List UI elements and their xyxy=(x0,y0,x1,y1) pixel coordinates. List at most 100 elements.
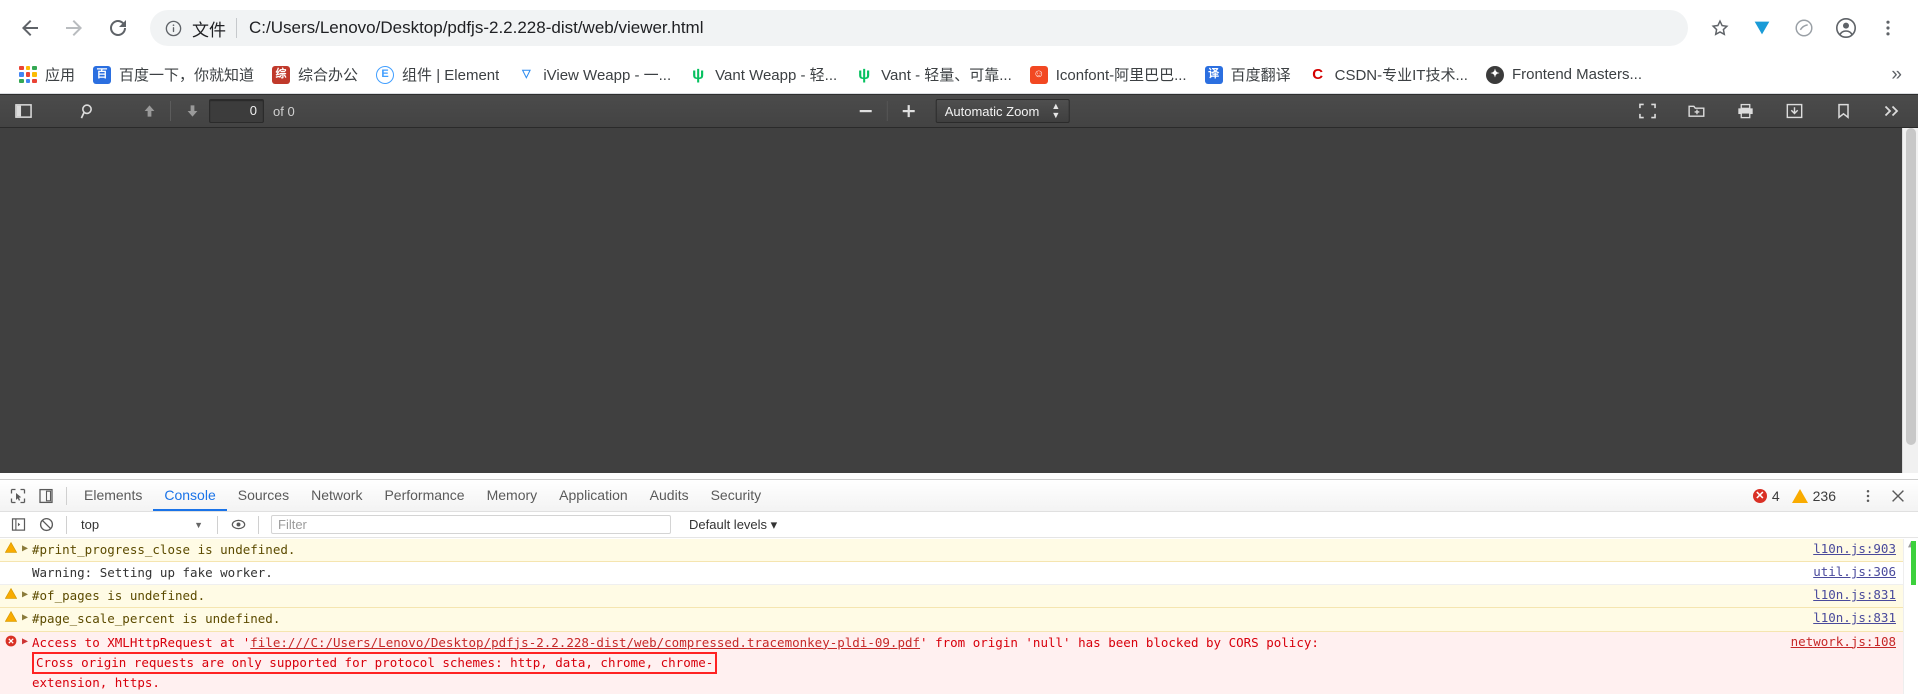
inspect-element-button[interactable] xyxy=(4,483,32,509)
console-row-error-cors[interactable]: ▶ Access to XMLHttpRequest at 'file:///C… xyxy=(0,631,1918,694)
expand-arrow-icon[interactable]: ▶ xyxy=(22,541,32,554)
tab-elements[interactable]: Elements xyxy=(73,480,153,511)
tab-application[interactable]: Application xyxy=(548,480,639,511)
previous-page-button[interactable] xyxy=(133,98,165,124)
console-message-list[interactable]: ▶ #print_progress_close is undefined. l1… xyxy=(0,539,1918,694)
csdn-icon: C xyxy=(1308,65,1327,84)
expand-arrow-icon[interactable]: ▶ xyxy=(22,587,32,600)
chrome-menu-button[interactable] xyxy=(1868,8,1908,48)
back-button[interactable] xyxy=(10,8,50,48)
scrollbar-thumb[interactable] xyxy=(1906,128,1916,446)
fullscreen-icon xyxy=(1638,103,1656,119)
chevron-down-icon: ▼ xyxy=(194,519,203,530)
bookmark-item[interactable]: E 组件 | Element xyxy=(367,61,508,89)
tab-audits[interactable]: Audits xyxy=(639,480,700,511)
presentation-mode-button[interactable] xyxy=(1631,98,1663,124)
bookmark-item[interactable]: 译 百度翻译 xyxy=(1196,61,1300,89)
bookmark-item[interactable]: ✦ Frontend Masters... xyxy=(1477,61,1651,89)
bookmark-apps-label: 应用 xyxy=(45,67,76,84)
address-bar[interactable]: 文件 C:/Users/Lenovo/Desktop/pdfjs-2.2.228… xyxy=(150,10,1688,46)
zoom-out-button[interactable] xyxy=(850,98,882,124)
pdf-viewer-scrollbar[interactable] xyxy=(1902,128,1918,473)
bookmark-item[interactable]: ▽ iView Weapp - 一... xyxy=(508,61,680,89)
expand-arrow-icon[interactable]: ▶ xyxy=(22,634,32,647)
extension-button-1[interactable] xyxy=(1742,8,1782,48)
bookmark-item[interactable]: ☺ Iconfont-阿里巴巴... xyxy=(1021,61,1196,89)
download-button[interactable] xyxy=(1778,98,1810,124)
tab-performance[interactable]: Performance xyxy=(373,480,475,511)
console-filter-input[interactable]: Filter xyxy=(271,515,671,534)
page-number-input[interactable]: 0 xyxy=(209,99,264,123)
printer-icon xyxy=(1737,103,1753,119)
expand-arrow-icon[interactable]: ▶ xyxy=(22,610,32,623)
console-row-warning[interactable]: ▶ #page_scale_percent is undefined. l10n… xyxy=(0,608,1918,632)
bookmark-label: iView Weapp - 一... xyxy=(543,67,672,84)
profile-button[interactable] xyxy=(1826,8,1866,48)
forward-button[interactable] xyxy=(54,8,94,48)
reload-button[interactable] xyxy=(98,8,138,48)
folder-open-icon xyxy=(1687,105,1704,117)
bookmark-item[interactable]: 百 百度一下，你就知道 xyxy=(84,61,263,89)
tab-security[interactable]: Security xyxy=(700,480,773,511)
bookmark-item[interactable]: ψ Vant Weapp - 轻... xyxy=(680,61,846,89)
iview-icon: ▽ xyxy=(517,65,536,84)
error-icon xyxy=(0,634,22,647)
office-icon: 综 xyxy=(272,65,291,84)
bookmark-label: 综合办公 xyxy=(298,67,359,84)
clear-console-button[interactable] xyxy=(32,512,60,538)
tab-memory[interactable]: Memory xyxy=(476,480,549,511)
tab-console[interactable]: Console xyxy=(153,480,226,511)
next-page-button[interactable] xyxy=(176,98,208,124)
element-icon: E xyxy=(376,65,395,84)
bookmark-apps[interactable]: 应用 xyxy=(10,61,84,89)
no-entry-icon xyxy=(39,517,53,532)
console-context-select[interactable]: top ▼ xyxy=(73,517,211,532)
tab-network[interactable]: Network xyxy=(300,480,373,511)
console-scrollbar[interactable]: ▲ xyxy=(1903,539,1918,694)
zoom-in-button[interactable] xyxy=(893,98,925,124)
sidebar-toggle-button[interactable] xyxy=(7,98,39,124)
devtools-more-button[interactable] xyxy=(1854,483,1882,509)
console-filter-bar: top ▼ Filter Default levels ▾ xyxy=(0,512,1918,538)
print-button[interactable] xyxy=(1729,98,1761,124)
iconfont-icon: ☺ xyxy=(1029,65,1048,84)
bookmark-item[interactable]: ψ Vant - 轻量、可靠... xyxy=(846,61,1021,89)
bookmark-label: 百度翻译 xyxy=(1230,67,1291,84)
zoom-level-select[interactable]: Automatic Zoom ▲ ▼ xyxy=(935,99,1070,123)
bookmark-label: Vant - 轻量、可靠... xyxy=(881,67,1012,84)
pdf-viewer-container xyxy=(0,128,1918,473)
secondary-toolbar-toggle[interactable] xyxy=(1876,98,1908,124)
arrow-down-icon xyxy=(187,105,197,117)
tab-sources[interactable]: Sources xyxy=(227,480,300,511)
console-message-text: #page_scale_percent is undefined. xyxy=(32,611,281,627)
search-icon xyxy=(80,103,92,118)
bookmarks-overflow-button[interactable]: » xyxy=(1883,62,1910,88)
browser-window: 文件 C:/Users/Lenovo/Desktop/pdfjs-2.2.228… xyxy=(0,0,1918,694)
console-source-link[interactable]: network.js:108 xyxy=(1791,634,1918,649)
bookmark-view-button[interactable] xyxy=(1827,98,1859,124)
bookmark-item[interactable]: C CSDN-专业IT技术... xyxy=(1300,61,1477,89)
console-row-warning[interactable]: ▶ #of_pages is undefined. l10n.js:831 xyxy=(0,585,1918,609)
console-log-levels-select[interactable]: Default levels ▾ xyxy=(689,517,777,533)
filterbar-separator xyxy=(66,515,67,534)
console-row-warning[interactable]: ▶ #print_progress_close is undefined. l1… xyxy=(0,539,1918,563)
close-icon xyxy=(1892,489,1904,502)
error-warning-badges[interactable]: ✕ 4 236 xyxy=(1752,488,1848,504)
bookmark-label: 百度一下，你就知道 xyxy=(119,67,255,84)
device-toolbar-button[interactable] xyxy=(32,483,60,509)
bookmark-item[interactable]: 综 综合办公 xyxy=(263,61,367,89)
zoom-controls: Automatic Zoom ▲ ▼ xyxy=(849,98,1070,124)
cors-file-link[interactable]: file:///C:/Users/Lenovo/Desktop/pdfjs-2.… xyxy=(250,635,920,650)
devtools-close-button[interactable] xyxy=(1884,483,1912,509)
extension-button-2[interactable] xyxy=(1784,8,1824,48)
filterbar-separator-3 xyxy=(258,515,259,534)
find-button[interactable] xyxy=(72,98,104,124)
cors-middle: from origin 'null' has been blocked by C… xyxy=(927,634,1319,650)
console-row-log[interactable]: Warning: Setting up fake worker. util.js… xyxy=(0,562,1918,586)
console-sidebar-button[interactable] xyxy=(4,512,32,538)
bookmark-star-button[interactable] xyxy=(1700,8,1740,48)
reload-icon xyxy=(110,20,126,36)
console-message-text: Warning: Setting up fake worker. xyxy=(32,565,273,581)
live-expression-button[interactable] xyxy=(224,512,252,538)
open-file-button[interactable] xyxy=(1680,98,1712,124)
